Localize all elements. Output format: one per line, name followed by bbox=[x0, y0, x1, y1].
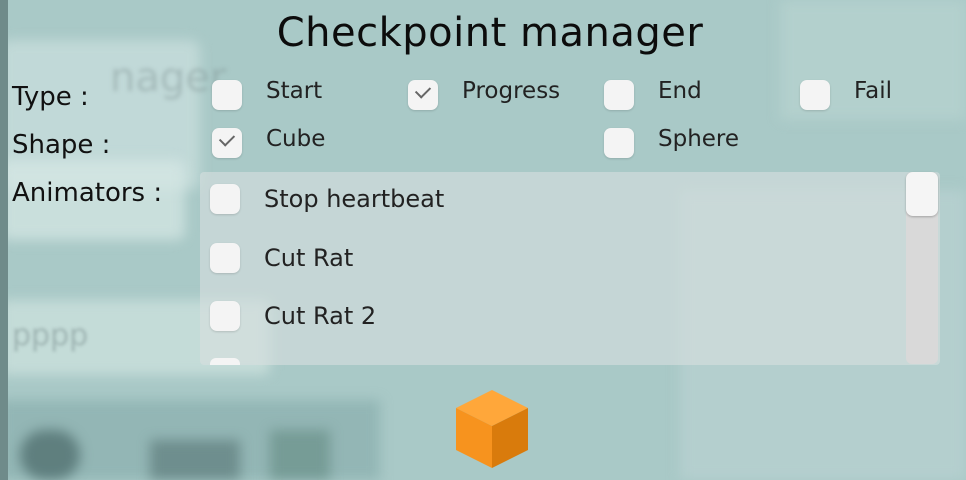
checkbox[interactable] bbox=[604, 128, 634, 158]
background-shape bbox=[150, 440, 240, 480]
page-title: Checkpoint manager bbox=[276, 10, 704, 56]
type-option-fail[interactable]: Fail bbox=[800, 78, 892, 110]
type-option-end[interactable]: End bbox=[604, 78, 702, 110]
scrollbar-thumb[interactable] bbox=[906, 172, 938, 216]
checkbox[interactable] bbox=[210, 301, 240, 331]
checkbox[interactable] bbox=[604, 80, 634, 110]
check-icon bbox=[218, 130, 236, 147]
shape-option-label: Sphere bbox=[658, 126, 740, 152]
type-option-label: Fail bbox=[854, 78, 892, 104]
clipped-checkbox bbox=[210, 358, 240, 365]
background-ghost-input: pppp bbox=[12, 318, 89, 353]
shape-option-cube[interactable]: Cube bbox=[212, 126, 326, 158]
animator-item-stop-heartbeat[interactable]: Stop heartbeat bbox=[210, 184, 444, 214]
type-label: Type : bbox=[12, 82, 89, 112]
type-option-label: Progress bbox=[462, 78, 561, 104]
animator-item-cut-rat[interactable]: Cut Rat bbox=[210, 243, 353, 273]
background-shape bbox=[270, 430, 330, 480]
animators-label: Animators : bbox=[12, 178, 163, 208]
type-option-progress[interactable]: Progress bbox=[408, 78, 561, 110]
frame-edge bbox=[0, 0, 8, 480]
animator-label: Stop heartbeat bbox=[264, 185, 445, 213]
background-shape bbox=[20, 430, 80, 480]
checkbox[interactable] bbox=[210, 184, 240, 214]
checkbox[interactable] bbox=[212, 80, 242, 110]
type-option-label: End bbox=[658, 78, 702, 104]
shape-option-label: Cube bbox=[266, 126, 326, 152]
checkbox[interactable] bbox=[408, 80, 438, 110]
check-icon bbox=[414, 82, 432, 99]
animators-list[interactable]: Stop heartbeat Cut Rat Cut Rat 2 bbox=[200, 172, 940, 365]
background-ghost-title: nager bbox=[110, 55, 227, 101]
shape-option-sphere[interactable]: Sphere bbox=[604, 126, 740, 158]
cube-icon bbox=[456, 390, 528, 468]
animator-item-cut-rat-2[interactable]: Cut Rat 2 bbox=[210, 301, 376, 331]
type-option-start[interactable]: Start bbox=[212, 78, 323, 110]
animators-scrollbar[interactable] bbox=[906, 172, 938, 364]
checkbox[interactable] bbox=[212, 128, 242, 158]
animator-label: Cut Rat bbox=[264, 244, 354, 272]
checkbox[interactable] bbox=[800, 80, 830, 110]
shape-label: Shape : bbox=[12, 130, 111, 160]
checkbox[interactable] bbox=[210, 243, 240, 273]
animator-label: Cut Rat 2 bbox=[264, 302, 377, 330]
type-option-label: Start bbox=[266, 78, 323, 104]
